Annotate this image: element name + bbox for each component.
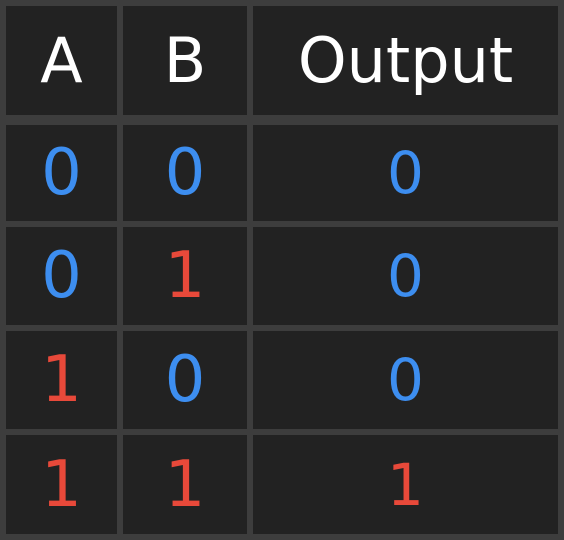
header-output: Output: [253, 6, 558, 115]
header-a: A: [6, 6, 117, 115]
header-b: B: [123, 6, 247, 115]
row-4-output: 1: [253, 435, 558, 534]
row-3-b: 0: [123, 331, 247, 429]
truth-table: A B Output 0 0 0 0 1 0 1 0 0 1 1 1: [0, 0, 564, 540]
row-2-a: 0: [6, 227, 117, 325]
row-2-output: 0: [253, 227, 558, 325]
row-1-b: 0: [123, 125, 247, 221]
row-4-a: 1: [6, 435, 117, 534]
row-1-a: 0: [6, 125, 117, 221]
row-1-output: 0: [253, 125, 558, 221]
row-3-output: 0: [253, 331, 558, 429]
row-3-a: 1: [6, 331, 117, 429]
row-2-b: 1: [123, 227, 247, 325]
row-4-b: 1: [123, 435, 247, 534]
